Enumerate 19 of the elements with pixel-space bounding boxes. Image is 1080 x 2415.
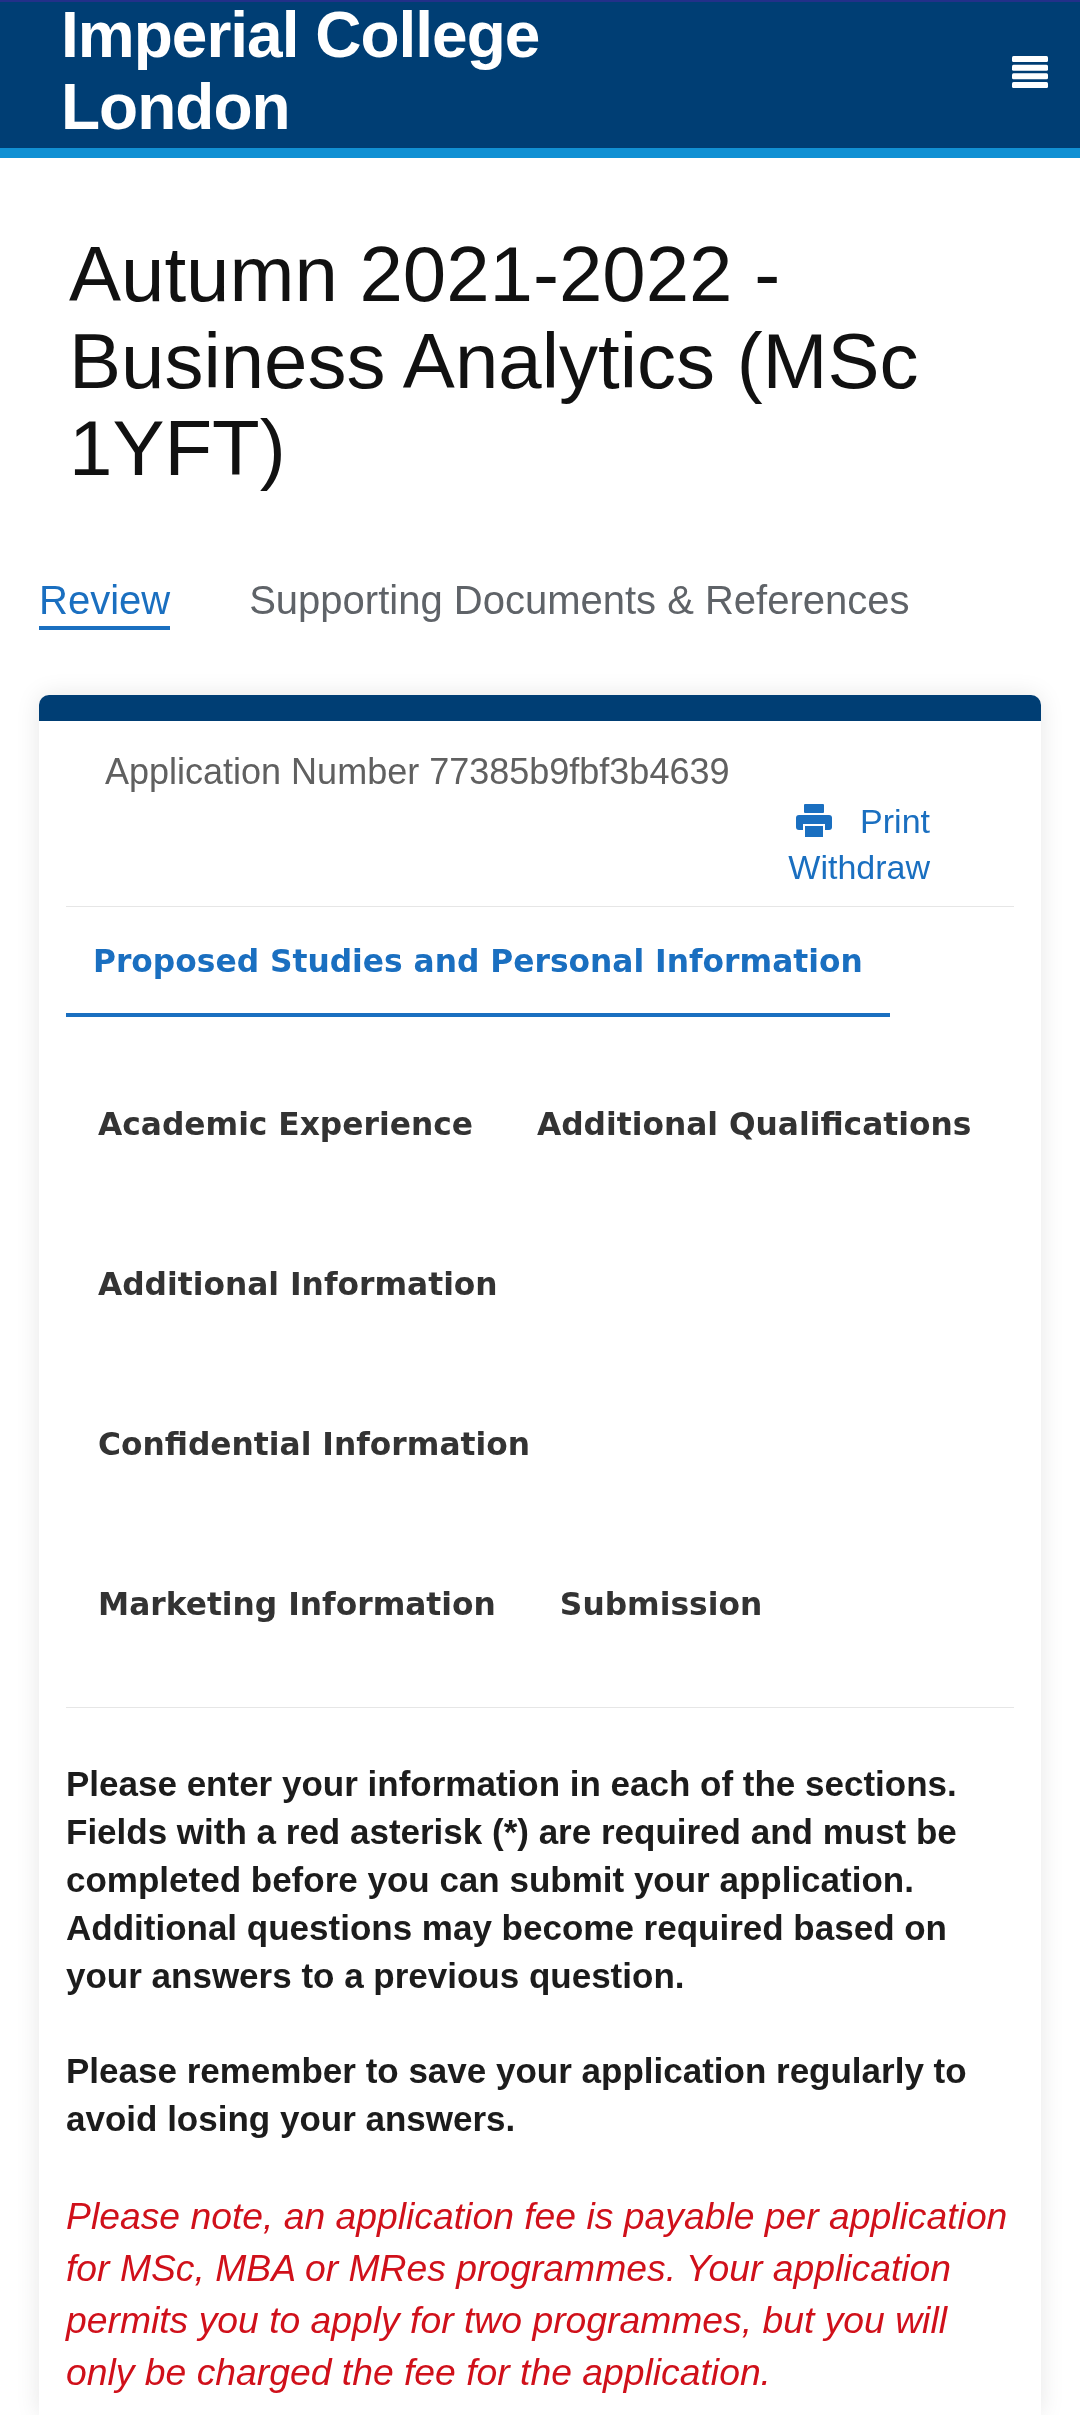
fee-notice-text: Please note, an application fee is payable per application for MSc, MBA or MRes programmes. Your application permits you to apply for two programmes, but you will only be charged the fee for the application. <box>66 2194 1009 2395</box>
section-tab[interactable]: Proposed Studies and Personal Information <box>66 907 890 1017</box>
menu-icon[interactable] <box>1012 56 1048 88</box>
section-tab[interactable]: Confidential Information <box>66 1337 562 1497</box>
page-title: Autumn 2021-2022 - Business Analytics (MSc 1YFT) <box>69 231 920 492</box>
withdraw-link[interactable]: Withdraw <box>788 844 930 890</box>
section-tab[interactable]: Academic Experience <box>66 1017 505 1177</box>
instruction-text: Please enter your information in each of the sections. Fields with a red asterisk (*) are required and must be completed before you can submit your application. Additional questions may become required based on your answers to a previous question. <box>66 1763 958 1997</box>
instruction-text: Please remember to save your application regularly to avoid losing your answers. <box>66 2050 968 2140</box>
section-tab[interactable]: Additional Information <box>66 1177 530 1337</box>
tab[interactable]: Supporting Documents & References <box>249 575 910 630</box>
section-tab[interactable]: Additional Qualifications <box>504 1017 1004 1177</box>
section-tab[interactable]: Submission <box>527 1497 795 1657</box>
application-number: Application Number 77385b9fbf3b4639 <box>105 750 731 794</box>
tab[interactable]: Review <box>39 575 171 630</box>
section-tab[interactable]: Marketing Information <box>66 1497 528 1657</box>
logo-text[interactable]: Imperial College London <box>61 0 561 143</box>
print-link[interactable]: Print <box>796 798 930 844</box>
printer-icon <box>796 803 833 839</box>
